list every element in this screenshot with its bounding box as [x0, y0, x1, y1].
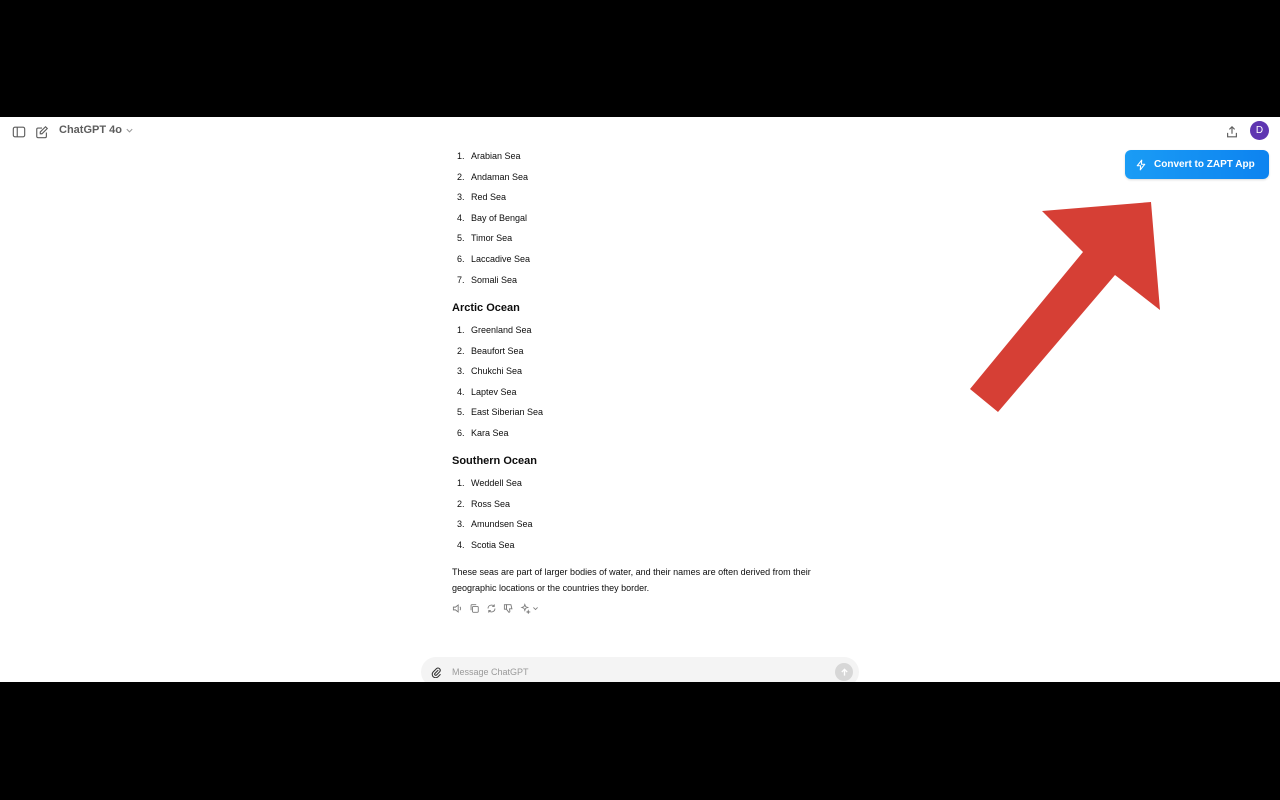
section-title-southern: Southern Ocean: [452, 455, 537, 467]
chat-viewport: ChatGPT 4o D Convert to ZAPT App 1. Arabi…: [0, 117, 1280, 682]
paperclip-icon[interactable]: [430, 666, 442, 678]
avatar[interactable]: D: [1250, 121, 1269, 140]
read-aloud-icon[interactable]: [452, 603, 463, 614]
annotation-arrow: [970, 202, 1160, 412]
indian-ocean-list: 1. Arabian Sea 2. Andaman Sea 3. Red Sea 4.…: [452, 150, 852, 294]
sidebar-toggle-icon[interactable]: [12, 125, 26, 139]
sparkle-icon[interactable]: [520, 603, 531, 614]
list-item: 1. Greenland Sea: [457, 325, 532, 335]
convert-to-zapt-button[interactable]: Convert to ZAPT App: [1125, 150, 1269, 179]
chevron-down-icon: [126, 128, 133, 133]
message-input[interactable]: [450, 664, 824, 680]
southern-ocean-list: 1. Weddell Sea 2. Ross Sea 3. Amundsen Sea …: [452, 477, 852, 559]
list-item: 4. Bay of Bengal: [457, 212, 528, 223]
arrow-up-icon: [840, 667, 848, 676]
new-chat-icon[interactable]: [35, 125, 49, 139]
message-composer: [421, 657, 859, 682]
model-label: ChatGPT 4o: [59, 124, 122, 136]
list-item: 7. Somali Sea: [457, 274, 518, 285]
list-item: 1. Arabian Sea: [457, 151, 521, 161]
copy-icon[interactable]: [469, 603, 480, 614]
list-item: 2. Beaufort Sea: [457, 345, 524, 356]
top-bar: ChatGPT 4o D: [0, 117, 1280, 147]
list-item: 3. Amundsen Sea: [457, 519, 533, 530]
regenerate-icon[interactable]: [486, 603, 497, 614]
message-actions: [452, 603, 539, 614]
list-item: 4. Scotia Sea: [457, 539, 515, 550]
list-item: 2. Andaman Sea: [457, 171, 529, 182]
list-item: 5. East Siberian Sea: [457, 407, 544, 418]
model-selector[interactable]: ChatGPT 4o: [59, 124, 134, 136]
list-item: 4. Laptev Sea: [457, 386, 517, 397]
list-item: 1. Weddell Sea: [457, 478, 522, 488]
list-item: 3. Red Sea: [457, 192, 507, 203]
list-item: 6. Laccadive Sea: [457, 253, 531, 264]
share-icon[interactable]: [1225, 125, 1239, 139]
list-item: 2. Ross Sea: [457, 498, 511, 509]
list-item: 6. Kara Sea: [457, 427, 509, 438]
section-title-arctic: Arctic Ocean: [452, 302, 520, 314]
chevron-down-icon[interactable]: [532, 605, 539, 612]
closing-paragraph: These seas are part of larger bodies of …: [452, 567, 811, 593]
arctic-ocean-list: 1. Greenland Sea 2. Beaufort Sea 3. Chukchi…: [452, 324, 852, 448]
convert-to-zapt-label: Convert to ZAPT App: [1154, 159, 1255, 170]
lightning-bolt-icon: [1136, 159, 1146, 170]
list-item: 3. Chukchi Sea: [457, 366, 523, 377]
list-item: 5. Timor Sea: [457, 233, 513, 244]
thumbs-down-icon[interactable]: [503, 603, 514, 614]
send-button[interactable]: [835, 663, 853, 681]
